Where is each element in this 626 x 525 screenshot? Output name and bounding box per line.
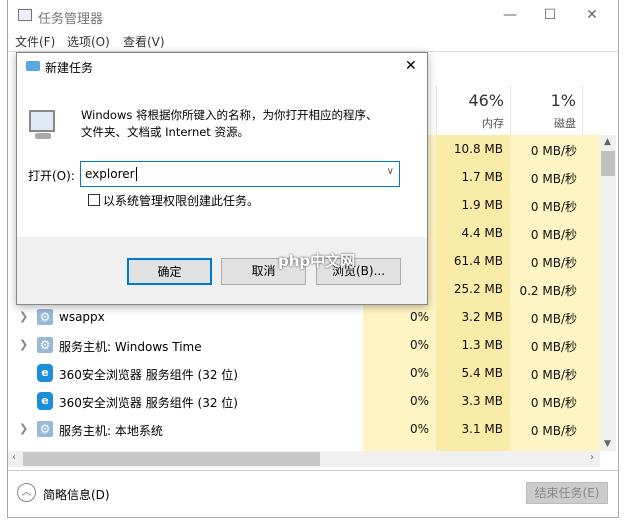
collapse-icon[interactable]: ︿ [17,483,36,502]
disk-value: 0 MB/秒 [530,340,577,354]
table-row[interactable]: e 360安全浏览器 服务组件 (32 位) 0% 3.3 MB 0 MB/秒 [8,387,600,415]
dialog-title: 新建任务 [45,61,94,75]
disk-value: 0 MB/秒 [530,144,577,158]
dialog-close-button[interactable]: ✕ [405,58,417,74]
vertical-scrollbar[interactable]: ▲ ▼ [600,135,616,451]
disk-value: 0 MB/秒 [530,256,577,270]
browser-icon: e [37,392,53,410]
disk-column-header[interactable]: 1% 磁盘 [510,85,583,135]
less-details-link[interactable]: 简略信息(D) [43,486,110,503]
disk-value: 0 MB/秒 [530,396,577,410]
cpu-value: 0% [409,394,429,408]
expand-chevron-icon[interactable]: ❯ [19,422,28,435]
window-title: 任务管理器 [38,12,104,27]
dialog-icon [26,61,40,71]
memory-value: 1.7 MB [461,170,503,184]
memory-value: 3.3 MB [461,394,503,408]
memory-column-header[interactable]: 46% 内存 [436,85,510,135]
dialog-description-2: 文件夹、文档或 Internet 资源。 [81,125,249,139]
cpu-value: 0% [409,422,429,436]
memory-percent: 46% [468,91,504,110]
disk-label: 磁盘 [554,117,576,130]
disk-value: 0 MB/秒 [530,312,577,326]
open-input[interactable]: explorer [85,167,137,181]
table-row[interactable]: ❯ ⚙ wsappx 0% 3.2 MB 0 MB/秒 [8,303,600,331]
open-combobox[interactable]: explorer ∨ [80,161,400,187]
disk-value: 0 MB/秒 [530,228,577,242]
memory-value: 3.1 MB [461,422,503,436]
table-row[interactable]: ❯ ⚙ 服务主机: 本地系统 0% 3.1 MB 0 MB/秒 [8,415,600,443]
process-name: 360安全浏览器 服务组件 (32 位) [59,396,238,410]
task-manager-icon [18,9,32,21]
horizontal-scrollbar[interactable]: ‹ › [8,451,600,467]
gear-icon: ⚙ [37,337,53,353]
cpu-value: 0% [409,338,429,352]
process-name: 360安全浏览器 服务组件 (32 位) [59,368,238,382]
memory-value: 3.2 MB [461,310,503,324]
table-row[interactable]: ❯ ⚙ 服务主机: Windows Time 0% 1.3 MB 0 MB/秒 [8,331,600,359]
disk-value: 0 MB/秒 [530,368,577,382]
end-task-button[interactable]: 结束任务(E) [526,482,608,504]
memory-value: 25.2 MB [453,282,503,296]
gear-icon: ⚙ [37,421,53,437]
memory-label: 内存 [482,117,504,130]
cpu-value: 0% [409,366,429,380]
memory-value: 61.4 MB [453,254,503,268]
browser-icon: e [37,364,53,382]
disk-value: 0 MB/秒 [530,424,577,438]
title-bar: 任务管理器 — ☐ ✕ [8,0,618,30]
disk-percent: 1% [550,91,576,110]
disk-value: 0 MB/秒 [530,172,577,186]
cpu-value: 0% [409,310,429,324]
memory-value: 4.4 MB [461,226,503,240]
menu-view[interactable]: 查看(V) [123,33,165,50]
gear-icon: ⚙ [37,309,53,325]
expand-chevron-icon[interactable]: ❯ [19,338,28,351]
memory-value: 10.8 MB [453,142,503,156]
dialog-description-1: Windows 将根据你所键入的名称，为你打开相应的程序、 [81,108,378,122]
disk-value: 0.2 MB/秒 [519,284,577,298]
footer: ︿ 简略信息(D) 结束任务(E) [8,470,618,518]
memory-value: 1.9 MB [461,198,503,212]
menu-file[interactable]: 文件(F) [15,33,55,50]
open-label: 打开(O): [28,169,75,183]
expand-chevron-icon[interactable]: ❯ [19,310,28,323]
chevron-down-icon[interactable]: ∨ [387,166,394,177]
close-button[interactable]: ✕ [582,5,602,25]
minimize-button[interactable]: — [500,5,520,25]
run-monitor-icon [29,110,55,132]
memory-value: 1.3 MB [461,338,503,352]
menu-bar: 文件(F) 选项(O) 查看(V) [8,31,618,51]
memory-value: 5.4 MB [461,366,503,380]
new-task-dialog: 新建任务 ✕ Windows 将根据你所键入的名称，为你打开相应的程序、 文件夹… [16,52,428,305]
maximize-button[interactable]: ☐ [540,5,560,25]
process-name: wsappx [59,310,105,324]
process-name: 服务主机: 本地系统 [59,424,163,438]
admin-checkbox-label[interactable]: 以系统管理权限创建此任务。 [103,192,259,209]
process-name: 服务主机: Windows Time [59,340,202,354]
ok-button[interactable]: 确定 [127,258,212,285]
disk-value: 0 MB/秒 [530,200,577,214]
watermark: php中文网 [278,252,356,270]
menu-options[interactable]: 选项(O) [67,33,110,50]
table-row[interactable]: e 360安全浏览器 服务组件 (32 位) 0% 5.4 MB 0 MB/秒 [8,359,600,387]
admin-checkbox[interactable] [88,194,100,206]
